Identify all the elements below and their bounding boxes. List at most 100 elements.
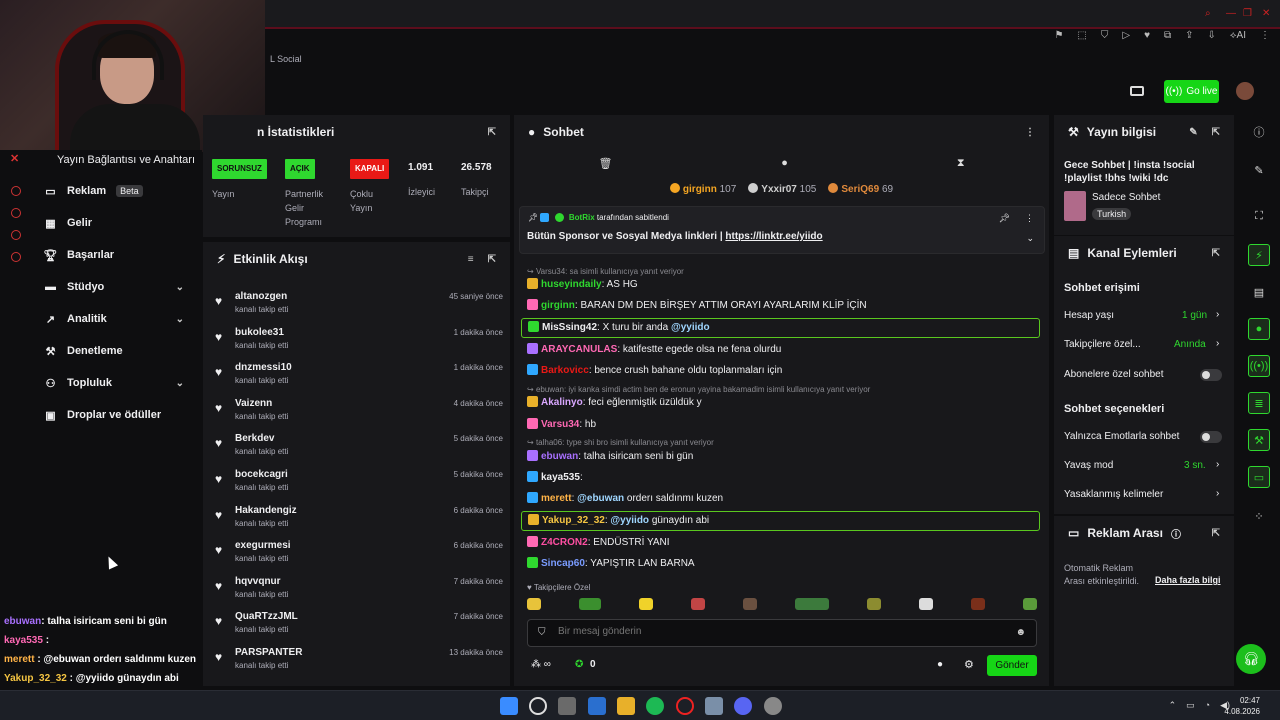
screenshot-icon[interactable]: ⬚ [1077, 30, 1086, 41]
network-icon[interactable]: ▭ [1186, 700, 1195, 711]
chat-message[interactable]: Barkovicc: bence crush bahane oldu topla… [527, 362, 1037, 380]
emote[interactable] [579, 598, 601, 610]
chat-mention[interactable]: @yyiido [610, 515, 649, 526]
chat-message[interactable]: Yakup_32_32: @yyiido günaydın abi [521, 511, 1040, 531]
points-icon[interactable]: ✪ [575, 659, 583, 670]
chat-message[interactable]: merett: @ebuwan orderı saldınmı kuzen [527, 490, 1037, 508]
chat-username[interactable]: Akalinyo [541, 397, 583, 408]
clock[interactable]: 02:47 4.08.2026 [1224, 695, 1260, 717]
emote[interactable] [867, 598, 881, 610]
activity-row[interactable]: ♥ Vaizenn kanalı takip etti 4 dakika önce [213, 393, 503, 427]
sidebar-item-studyo[interactable]: ▬ Stüdyo ⌄ [44, 277, 194, 297]
sidebar-item-droplar[interactable]: ▣ Droplar ve ödüller [44, 405, 194, 425]
notes-icon[interactable]: ▤ [1248, 281, 1270, 303]
shield-icon[interactable]: ⛉ [1101, 30, 1109, 41]
discord-icon[interactable] [734, 697, 752, 715]
download-icon[interactable]: ⇩ [1208, 30, 1216, 41]
obs-icon[interactable] [764, 697, 782, 715]
go-live-button[interactable]: ((•)) Go live [1164, 80, 1219, 103]
chat-username[interactable]: Barkovicc [541, 365, 589, 376]
activity-row[interactable]: ♥ bukolee31 kanalı takip etti 1 dakika önce [213, 322, 503, 356]
app-icon[interactable] [705, 697, 723, 715]
popout-icon[interactable]: ⇱ [1212, 248, 1220, 259]
sidebar-item-denetleme[interactable]: ⚒ Denetleme [44, 341, 194, 361]
more-icon[interactable]: ⋮ [1025, 213, 1034, 224]
gear-icon[interactable]: ⚙ [964, 658, 974, 671]
rail-refresh-icon[interactable] [11, 230, 21, 240]
stream-connection-title[interactable]: Yayın Bağlantısı ve Anahtarı [57, 154, 195, 166]
emote-only-toggle[interactable] [1200, 431, 1222, 443]
chat-message[interactable]: MisSsing42: X turu bir anda @yyiido [521, 318, 1040, 338]
wrench-icon[interactable]: ⚒ [1248, 429, 1270, 451]
chat-username[interactable]: merett [541, 493, 572, 504]
add-widget-icon[interactable]: ⁘ [1248, 505, 1270, 527]
chat-username[interactable]: ebuwan [541, 451, 578, 462]
store-icon[interactable] [558, 697, 576, 715]
menu-icon[interactable]: ⋮ [1260, 30, 1270, 41]
category-name[interactable]: Sadece Sohbet [1092, 192, 1160, 203]
chat-username[interactable]: girginn [541, 300, 575, 311]
help-button[interactable]: 🎧︎ [1236, 644, 1266, 674]
edit-icon[interactable]: ✎ [1189, 127, 1197, 138]
chat-message[interactable]: Akalinyo: feci eğlenmiştik üzüldük y [527, 394, 1037, 412]
play-icon[interactable]: ▷ [1122, 30, 1130, 41]
start-icon[interactable] [500, 697, 518, 715]
extensions-icon[interactable]: ⧉ [1164, 30, 1171, 41]
rail-clock-icon[interactable] [11, 208, 21, 218]
chat-bubble-icon[interactable]: ● [937, 659, 943, 670]
chevron-right-icon[interactable]: › [1216, 488, 1219, 499]
popout-icon[interactable]: ⇱ [488, 254, 496, 265]
emote[interactable] [795, 598, 829, 610]
chat-username[interactable]: Yakup_32_32 [542, 515, 605, 526]
chat-mention[interactable]: @yyiido [671, 322, 710, 333]
chevron-right-icon[interactable]: › [1216, 338, 1219, 349]
filter-icon[interactable]: ≡ [468, 254, 474, 265]
popout-icon[interactable]: ⇱ [488, 127, 496, 138]
emote[interactable] [743, 598, 757, 610]
chat-message[interactable]: kaya535: [527, 469, 1037, 487]
chat-username[interactable]: Z4CRON2 [541, 537, 588, 548]
activity-row[interactable]: ♥ QuaRTzzJML kanalı takip etti 7 dakika önc… [213, 606, 503, 640]
chat-message[interactable]: Z4CRON2: ENDÜSTRİ YANI [527, 534, 1037, 552]
emoji-icon[interactable]: ☻ [1015, 627, 1026, 638]
rail-dot-icon[interactable] [11, 186, 21, 196]
spotify-icon[interactable] [646, 697, 664, 715]
leaderboard-entry[interactable]: SeriQ69 69 [828, 183, 893, 195]
rail-settings-icon[interactable] [11, 252, 21, 262]
folder-icon[interactable] [617, 697, 635, 715]
chevron-down-icon[interactable]: ⌄ [1026, 233, 1034, 244]
more-icon[interactable]: ⋮ [1025, 127, 1035, 138]
account-age-value[interactable]: 1 gün [1182, 310, 1207, 321]
activity-icon[interactable]: ≣ [1248, 392, 1270, 414]
slow-mode-value[interactable]: 3 sn. [1184, 460, 1206, 471]
wifi-icon[interactable]: ◔ [1205, 700, 1210, 711]
send-button[interactable]: Gönder [987, 655, 1037, 676]
pinned-message[interactable]: 📌︎ BotRix tarafından sabitlendi Bütün Sp… [519, 206, 1045, 254]
chat-username[interactable]: huseyindaily [541, 279, 602, 290]
pin-icon[interactable]: ⚑ [1054, 30, 1063, 41]
emote[interactable] [691, 598, 705, 610]
emote[interactable] [1023, 598, 1037, 610]
chat-icon[interactable]: ● [1248, 318, 1270, 340]
subs-only-toggle[interactable] [1200, 369, 1222, 381]
chat-message[interactable]: Sincap60: YAPIŞTIR LAN BARNA [527, 555, 1037, 573]
chat-username[interactable]: kaya535 [541, 472, 580, 483]
search-icon[interactable] [529, 697, 547, 715]
chat-icon[interactable]: ● [781, 157, 788, 169]
mail-icon[interactable] [588, 697, 606, 715]
emote[interactable] [527, 598, 541, 610]
chat-message[interactable]: ebuwan: talha isiricam seni bi gün [527, 448, 1037, 466]
chat-username[interactable]: MisSsing42 [542, 322, 597, 333]
activity-row[interactable]: ♥ Berkdev kanalı takip etti 5 dakika önce [213, 428, 503, 462]
chevron-right-icon[interactable]: › [1216, 309, 1219, 320]
info-icon[interactable]: ⓘ [1248, 121, 1270, 143]
heart-icon[interactable]: ♥ [1144, 30, 1150, 41]
chevron-up-icon[interactable]: ⌃ [1169, 700, 1177, 711]
ai-button[interactable]: ⟡AI [1230, 30, 1246, 41]
bolt-icon[interactable]: ⚡︎ [1248, 244, 1270, 266]
sidebar-item-analitik[interactable]: ↗ Analitik ⌄ [44, 309, 194, 329]
sidebar-item-gelir[interactable]: ▦ Gelir [44, 213, 194, 233]
activity-row[interactable]: ♥ altanozgen kanalı takip etti 45 saniye ön… [213, 286, 503, 320]
chat-message[interactable]: huseyindaily: AS HG [527, 276, 1037, 294]
chat-input[interactable] [558, 626, 998, 637]
